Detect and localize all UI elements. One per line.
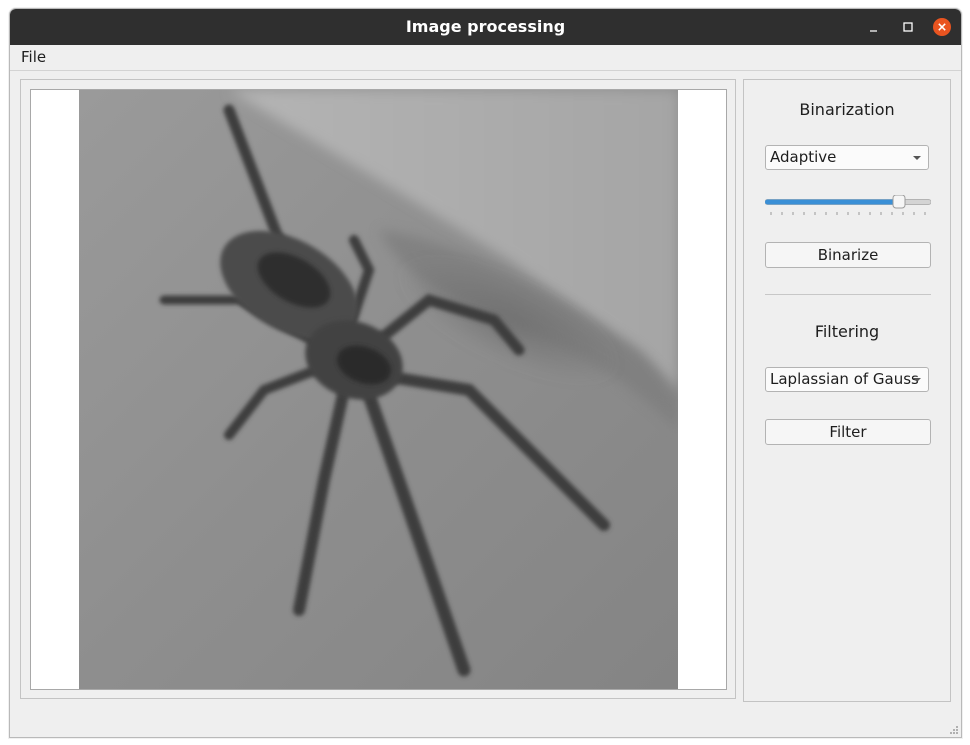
close-icon[interactable]: [933, 18, 951, 36]
slider-handle[interactable]: [892, 194, 906, 209]
slider-fill: [765, 199, 899, 205]
image-view-frame: [20, 79, 736, 699]
filter-method-value: Laplassian of Gauss: [770, 370, 919, 388]
resize-grip-icon[interactable]: [949, 725, 959, 735]
binarization-title: Binarization: [799, 100, 895, 119]
window-title: Image processing: [405, 17, 566, 36]
filter-button[interactable]: Filter: [765, 419, 931, 445]
menu-file[interactable]: File: [21, 45, 46, 70]
binarization-method-select[interactable]: Adaptive: [765, 145, 929, 170]
maximize-icon[interactable]: [899, 18, 917, 36]
filtering-title: Filtering: [814, 322, 880, 341]
image-canvas: [30, 89, 727, 690]
slider-ticks: [770, 212, 926, 215]
chevron-down-icon: [913, 156, 921, 160]
minimize-icon[interactable]: [865, 18, 883, 36]
menu-bar: File: [10, 45, 961, 71]
chevron-down-icon: [913, 378, 921, 382]
app-window: Image processing File Binarization Adapt…: [9, 8, 962, 738]
panel-divider: [765, 294, 931, 295]
controls-panel: Binarization Adaptive Binarize Filtering…: [743, 79, 951, 702]
binarization-method-value: Adaptive: [770, 148, 837, 166]
title-bar[interactable]: Image processing: [10, 9, 961, 45]
threshold-slider[interactable]: [764, 194, 932, 219]
spider-image: [79, 90, 678, 689]
binarize-button[interactable]: Binarize: [765, 242, 931, 268]
filter-method-select[interactable]: Laplassian of Gauss: [765, 367, 929, 392]
